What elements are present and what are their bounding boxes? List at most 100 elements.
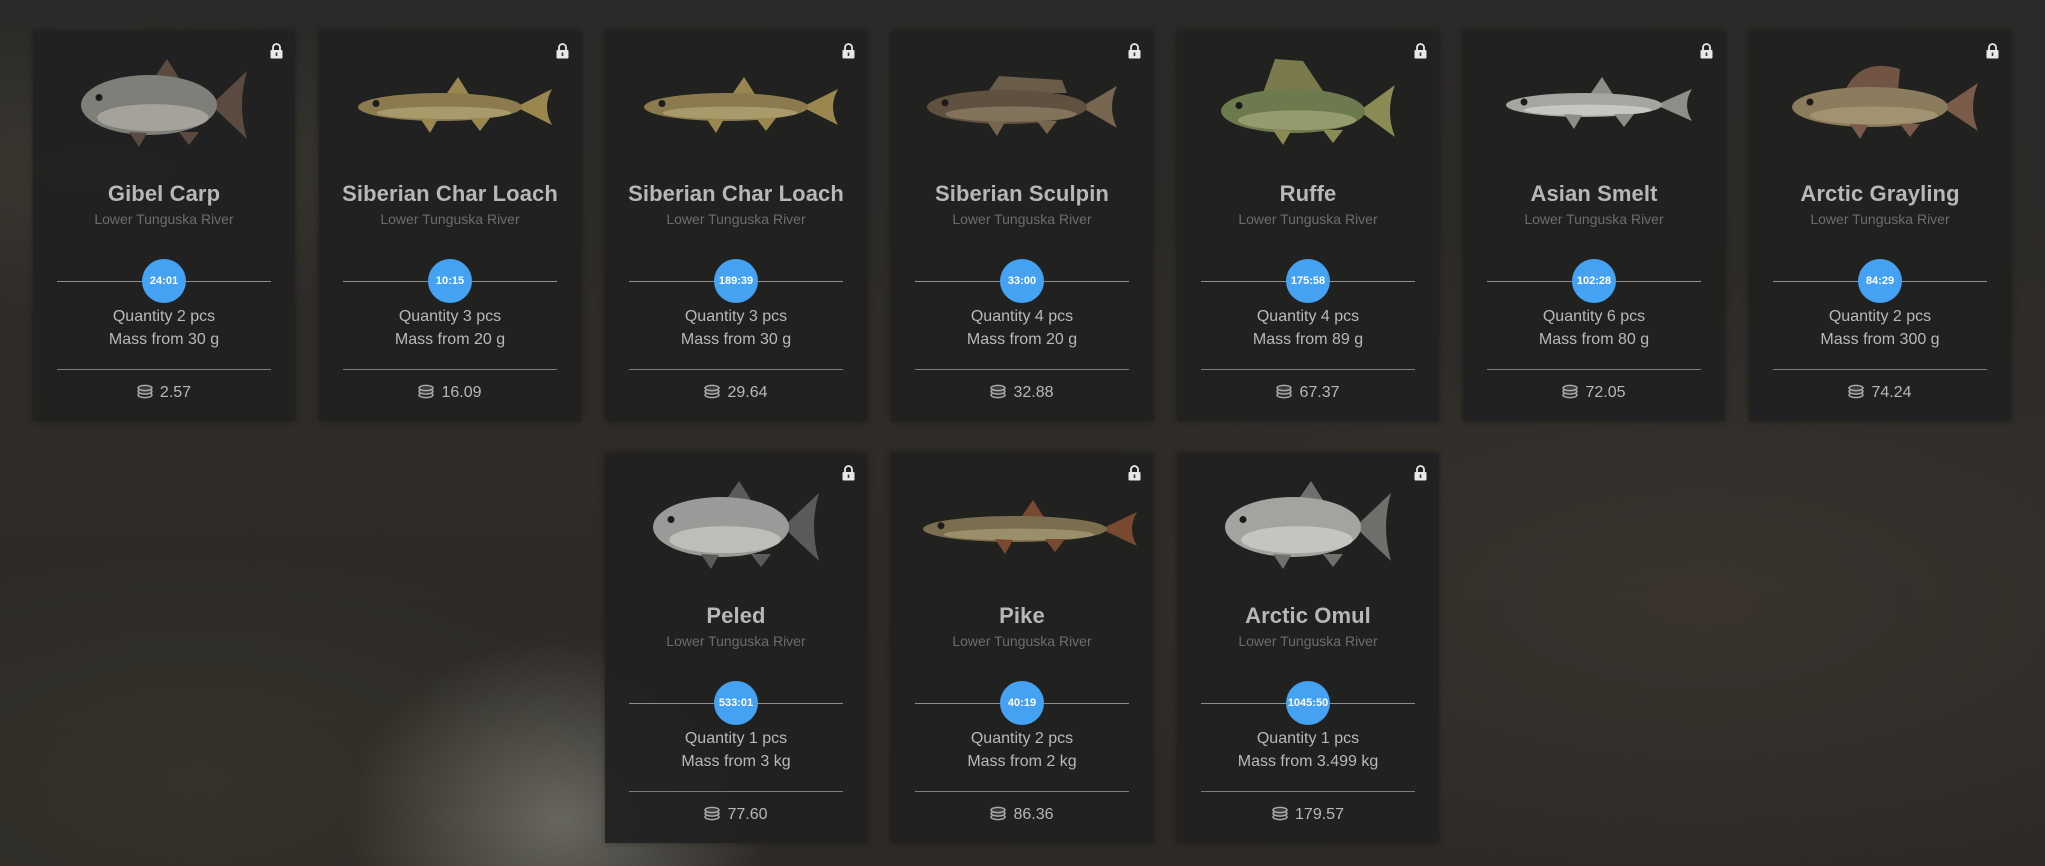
fish-belly [97,104,209,132]
fish-card[interactable]: Arctic Omul Lower Tunguska River 1045:50… [1177,453,1439,843]
quantity-label: Quantity 4 pcs [1256,308,1360,325]
price-row: 86.36 [891,805,1153,824]
price-value: 74.24 [1871,384,1912,401]
fish-location: Lower Tunguska River [94,211,234,227]
quantity-label: Quantity 1 pcs [1256,730,1360,747]
fish-belly [1524,104,1652,116]
fish-name: Siberian Sculpin [935,181,1109,206]
pelvic-fin [706,118,724,133]
coins-icon [704,384,721,399]
divider [1487,369,1701,370]
divider [1773,369,1987,370]
anal-fin [756,118,776,131]
mass-label: Mass from 2 kg [967,753,1077,770]
pelvic-fin [129,132,147,147]
dorsal-fin [1298,481,1323,500]
anal-fin [1614,114,1634,127]
divider [343,369,557,370]
coins-icon [1276,384,1293,399]
price-value: 16.09 [441,384,482,401]
fish-name: Asian Smelt [1530,181,1658,206]
timer-badge: 24:01 [142,259,186,303]
fish-card[interactable]: Pike Lower Tunguska River 40:19 Quantity… [891,453,1153,843]
anal-fin [751,554,771,567]
fish-image [644,77,838,133]
fish-card[interactable]: Asian Smelt Lower Tunguska River 102:28 … [1463,31,1725,421]
pelvic-fin [420,118,438,133]
timer-badge: 10:15 [428,259,472,303]
pelvic-fin [1273,130,1291,145]
fish-eye [1235,102,1243,109]
price-value: 29.64 [727,384,768,401]
fish-card[interactable]: Ruffe Lower Tunguska River 175:58 Quanti… [1177,31,1439,421]
fish-location: Lower Tunguska River [952,633,1092,649]
divider [915,791,1129,792]
timer-badge: 189:39 [714,259,758,303]
fish-card[interactable]: Arctic Grayling Lower Tunguska River 84:… [1749,31,2011,421]
anal-fin [179,132,199,145]
price-row: 29.64 [605,383,867,402]
mass-label: Mass from 300 g [1820,331,1940,348]
anal-fin [1323,130,1343,143]
fish-location: Lower Tunguska River [666,211,806,227]
coins-icon [1848,384,1865,399]
fish-location: Lower Tunguska River [380,211,520,227]
fish-name: Gibel Carp [107,181,221,206]
divider [915,369,1129,370]
price-value: 2.57 [159,384,192,401]
quantity-label: Quantity 2 pcs [112,308,216,325]
fish-location: Lower Tunguska River [1238,211,1378,227]
divider [629,791,843,792]
price-value: 67.37 [1299,384,1340,401]
fish-eye [937,522,945,530]
fish-card[interactable]: Peled Lower Tunguska River 533:01 Quanti… [605,453,867,843]
fish-name: Arctic Grayling [1800,181,1960,206]
divider [1201,369,1415,370]
fish-card[interactable]: Siberian Sculpin Lower Tunguska River 33… [891,31,1153,421]
dorsal-fin [726,481,751,500]
fish-image [81,59,247,147]
pelvic-fin [1850,124,1868,139]
quantity-label: Quantity 2 pcs [1828,308,1932,325]
dorsal-fin [154,59,179,78]
divider [1201,791,1415,792]
fish-card[interactable]: Gibel Carp Lower Tunguska River 24:01 Qu… [33,31,295,421]
anal-fin [1045,539,1065,552]
coins-icon [137,384,153,399]
price-row: 72.05 [1463,383,1725,402]
fish-location: Lower Tunguska River [1810,211,1950,227]
fish-image [927,76,1117,136]
price-row: 179.57 [1177,805,1439,824]
mass-label: Mass from 80 g [1538,331,1650,348]
pelvic-fin [701,554,719,569]
fish-name: Siberian Char Loach [628,181,844,206]
fish-location: Lower Tunguska River [666,633,806,649]
mass-label: Mass from 20 g [966,331,1078,348]
divider [629,369,843,370]
fish-belly [669,526,781,554]
price-value: 72.05 [1585,384,1626,401]
fish-name: Peled [706,603,766,628]
fish-name: Ruffe [1279,181,1337,206]
dorsal-fin [1263,59,1323,93]
pelvic-fin [995,539,1013,554]
fish-location: Lower Tunguska River [1524,211,1664,227]
fish-card[interactable]: Siberian Char Loach Lower Tunguska River… [319,31,581,421]
timer-badge: 84:29 [1858,259,1902,303]
fish-name: Pike [999,603,1045,628]
fish-image [923,500,1137,554]
fish-belly [1810,106,1938,125]
fish-card[interactable]: Siberian Char Loach Lower Tunguska River… [605,31,867,421]
fish-belly [945,106,1077,122]
fish-eye [1239,516,1247,523]
anal-fin [1037,121,1057,134]
fish-belly [376,106,512,120]
quantity-label: Quantity 2 pcs [970,730,1074,747]
pelvic-fin [1273,554,1291,569]
timer-badge: 533:01 [714,681,758,725]
anal-fin [1323,554,1343,567]
fish-name: Siberian Char Loach [342,181,558,206]
quantity-label: Quantity 4 pcs [970,308,1074,325]
fish-eye [658,100,666,107]
pelvic-fin [987,121,1005,136]
